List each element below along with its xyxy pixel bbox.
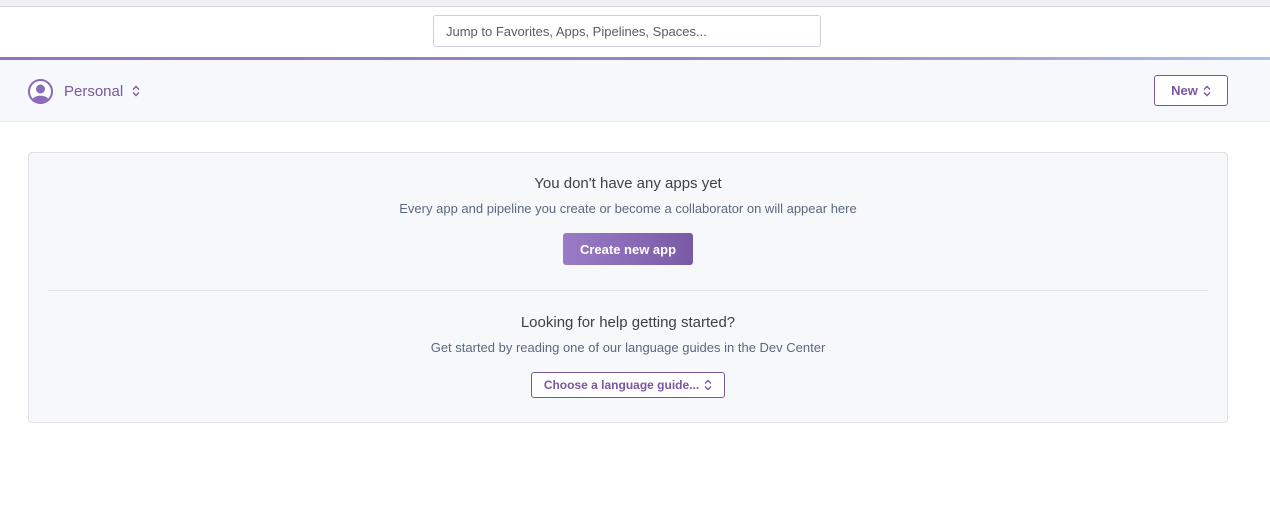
help-title: Looking for help getting started? bbox=[520, 314, 736, 331]
section-divider bbox=[48, 290, 1208, 291]
help-description: Get started by reading one of our langua… bbox=[430, 340, 826, 355]
browser-top-strip bbox=[0, 0, 1270, 7]
account-subheader: Personal New bbox=[0, 60, 1270, 122]
new-button[interactable]: New bbox=[1154, 75, 1228, 106]
account-switcher[interactable]: Personal bbox=[28, 78, 140, 104]
search-input[interactable] bbox=[433, 15, 821, 47]
empty-state-description: Every app and pipeline you create or bec… bbox=[399, 201, 857, 216]
create-new-app-button[interactable]: Create new app bbox=[563, 233, 693, 265]
language-guide-select-label: Choose a language guide... bbox=[543, 378, 700, 392]
empty-state-title: You don't have any apps yet bbox=[534, 175, 722, 192]
account-label: Personal bbox=[64, 82, 124, 100]
user-avatar-icon bbox=[28, 78, 53, 104]
top-navigation-bar bbox=[0, 7, 1270, 57]
language-guide-select[interactable]: Choose a language guide... bbox=[531, 372, 725, 398]
empty-apps-panel: You don't have any apps yet Every app an… bbox=[28, 152, 1228, 423]
chevron-up-down-icon bbox=[132, 85, 140, 97]
new-button-label: New bbox=[1171, 83, 1198, 98]
chevron-up-down-icon bbox=[1203, 85, 1211, 96]
chevron-up-down-icon bbox=[704, 379, 712, 391]
